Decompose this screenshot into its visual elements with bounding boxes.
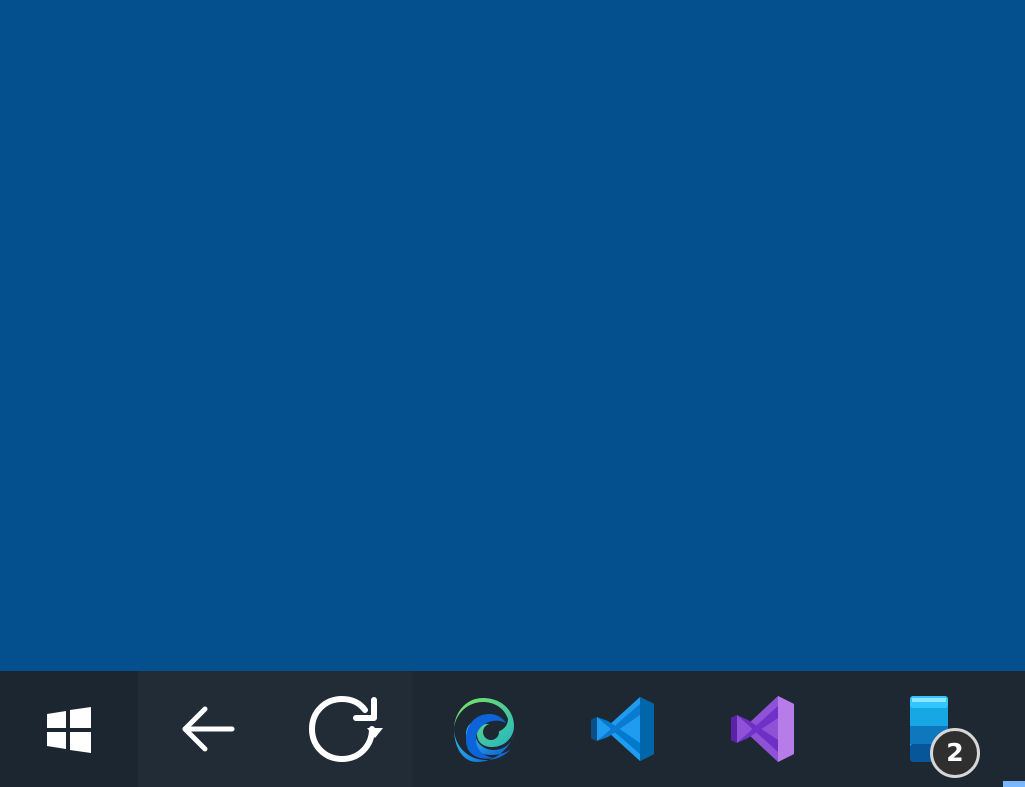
visual-studio-button[interactable] <box>692 671 833 787</box>
phone-link-notification-badge: 2 <box>930 728 980 778</box>
visual-studio-code-button[interactable] <box>552 671 693 787</box>
edge-logo-icon <box>446 692 520 766</box>
screen: 2 <box>0 0 1025 787</box>
back-button[interactable] <box>137 671 276 787</box>
left-arrow-icon <box>178 704 236 754</box>
visual-studio-logo-icon <box>726 692 800 766</box>
taskbar <box>0 671 1025 787</box>
windows-start-button[interactable] <box>0 671 138 787</box>
refresh-button[interactable] <box>275 671 414 787</box>
windows-logo-icon <box>45 705 93 753</box>
refresh-icon <box>304 694 384 764</box>
desktop-background <box>0 0 1025 671</box>
phone-link-button[interactable] <box>832 671 1025 787</box>
taskbar-corner-indicator <box>1003 781 1025 787</box>
vs-code-logo-icon <box>586 692 660 766</box>
microsoft-edge-button[interactable] <box>413 671 553 787</box>
